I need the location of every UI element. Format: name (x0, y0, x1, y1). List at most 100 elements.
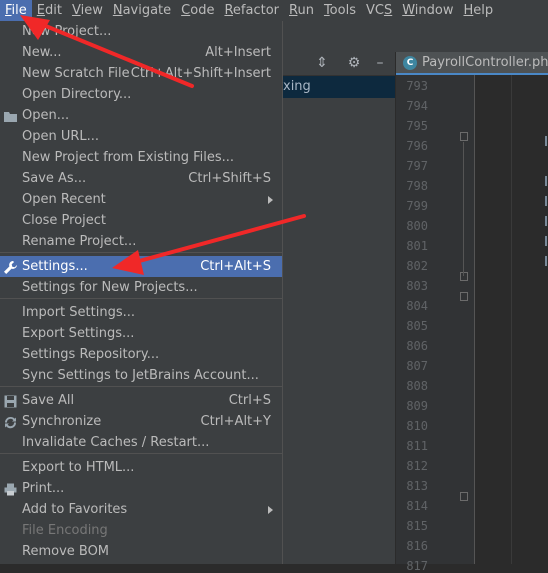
menu-item-label: Remove BOM (22, 544, 110, 559)
menu-edit[interactable]: Edit (32, 0, 67, 21)
fold-marker-icon[interactable] (460, 132, 468, 141)
menu-file[interactable]: File (0, 0, 32, 21)
menu-item-shortcut: Ctrl+Alt+S (200, 259, 271, 274)
menu-item-label: Export Settings... (22, 326, 135, 341)
menu-item-new-project-from-existing-files[interactable]: New Project from Existing Files... (0, 147, 282, 168)
menu-window[interactable]: Window (397, 0, 458, 21)
line-number: 800 (406, 219, 428, 233)
php-class-icon: C (403, 56, 417, 70)
menu-item-settings-repository[interactable]: Settings Repository... (0, 344, 282, 365)
menu-item-new-scratch-file[interactable]: New Scratch File Ctrl+Alt+Shift+Insert (0, 63, 282, 84)
line-number: 796 (406, 139, 428, 153)
menu-item-label: Save As... (22, 171, 87, 186)
line-number: 797 (406, 159, 428, 173)
menu-item-close-project[interactable]: Close Project (0, 210, 282, 231)
menu-item-remove-bom[interactable]: Remove BOM (0, 541, 282, 562)
line-number: 812 (406, 459, 428, 473)
menu-item-save-all[interactable]: Save All Ctrl+S (0, 390, 282, 411)
fold-marker-icon[interactable] (460, 492, 468, 501)
menu-item-settings[interactable]: Settings... Ctrl+Alt+S (0, 256, 282, 277)
menu-separator (0, 252, 282, 253)
menu-item-synchronize[interactable]: Synchronize Ctrl+Alt+Y (0, 411, 282, 432)
line-number: 807 (406, 359, 428, 373)
menu-item-shortcut: Ctrl+Alt+Shift+Insert (130, 66, 271, 81)
line-number: 801 (406, 239, 428, 253)
sync-icon (4, 415, 17, 429)
editor-gutter: 793 794 795 796 797 798 799 800 801 802 803 804 805 8… (396, 75, 475, 573)
menu-item-open[interactable]: Open... (0, 105, 282, 126)
menu-item-export-to-html[interactable]: Export to HTML... (0, 457, 282, 478)
menu-item-open-url[interactable]: Open URL... (0, 126, 282, 147)
line-number: 816 (406, 539, 428, 553)
save-icon (4, 394, 17, 408)
menu-item-new[interactable]: New... Alt+Insert (0, 42, 282, 63)
folder-icon (4, 109, 17, 122)
code-fragment (545, 176, 547, 186)
menu-separator (0, 453, 282, 454)
menu-item-label: Add to Favorites (22, 502, 128, 517)
line-number: 810 (406, 419, 428, 433)
menu-item-export-settings[interactable]: Export Settings... (0, 323, 282, 344)
menu-item-label: Import Settings... (22, 305, 135, 320)
minimize-icon[interactable]: – (371, 52, 389, 75)
project-tree-selected-node[interactable]: xing (283, 76, 395, 98)
menu-item-file-encoding: File Encoding (0, 520, 282, 541)
line-number: 805 (406, 319, 428, 333)
menu-item-label: New Scratch File (22, 66, 130, 81)
gear-icon[interactable]: ⚙ (345, 52, 363, 75)
editor-tab[interactable]: C PayrollController.php (396, 52, 548, 75)
line-number: 803 (406, 279, 428, 293)
menu-item-sync-settings-to-jetbrains-account[interactable]: Sync Settings to JetBrains Account... (0, 365, 282, 386)
menu-item-add-to-favorites[interactable]: Add to Favorites (0, 499, 282, 520)
line-number: 811 (406, 439, 428, 453)
menu-help[interactable]: Help (459, 0, 499, 21)
menu-refactor[interactable]: Refactor (219, 0, 284, 21)
menu-item-new-project[interactable]: New Project... (0, 21, 282, 42)
menu-code[interactable]: Code (176, 0, 219, 21)
line-number: 809 (406, 399, 428, 413)
fold-marker-icon[interactable] (460, 272, 468, 281)
line-number: 806 (406, 339, 428, 353)
menu-item-import-settings[interactable]: Import Settings... (0, 302, 282, 323)
menu-item-label: Settings for New Projects... (22, 280, 198, 295)
collapse-icon[interactable]: ⇕ (313, 52, 331, 75)
menu-item-save-as[interactable]: Save As... Ctrl+Shift+S (0, 168, 282, 189)
menu-item-label: Settings... (22, 259, 88, 274)
menu-item-open-directory[interactable]: Open Directory... (0, 84, 282, 105)
code-fragment (545, 136, 547, 146)
menu-item-print[interactable]: Print... (0, 478, 282, 499)
menu-item-invalidate-caches-restart[interactable]: Invalidate Caches / Restart... (0, 432, 282, 453)
menu-item-label: Rename Project... (22, 234, 137, 249)
line-number: 795 (406, 119, 428, 133)
menu-navigate[interactable]: Navigate (108, 0, 176, 21)
menu-item-shortcut: Ctrl+S (228, 393, 271, 408)
line-number: 808 (406, 379, 428, 393)
menu-item-label: Sync Settings to JetBrains Account... (22, 368, 259, 383)
menu-vcs[interactable]: VCS (361, 0, 397, 21)
line-number: 799 (406, 199, 428, 213)
menu-item-label: Close Project (22, 213, 107, 228)
menu-item-open-recent[interactable]: Open Recent (0, 189, 282, 210)
menu-item-shortcut: Ctrl+Shift+S (188, 171, 271, 186)
menu-item-label: Open... (22, 108, 70, 123)
menu-item-label: Save All (22, 393, 75, 408)
fold-range-line (463, 142, 464, 276)
menu-bar: File Edit View Navigate Code Refactor Run Tools… (0, 0, 548, 21)
menu-tools[interactable]: Tools (319, 0, 361, 21)
fold-marker-icon[interactable] (460, 292, 468, 301)
menu-run[interactable]: Run (284, 0, 319, 21)
menu-item-label: Open Recent (22, 192, 106, 207)
wrench-icon (4, 260, 17, 274)
menu-separator (0, 298, 282, 299)
menu-item-settings-for-new-projects[interactable]: Settings for New Projects... (0, 277, 282, 298)
code-fragment (545, 236, 547, 246)
menu-item-shortcut: Ctrl+Alt+Y (200, 414, 271, 429)
editor-tab-strip: C PayrollController.php (396, 52, 548, 75)
menu-item-rename-project[interactable]: Rename Project... (0, 231, 282, 252)
menu-view[interactable]: View (67, 0, 108, 21)
project-tree (283, 98, 395, 564)
code-fragment (545, 216, 547, 226)
line-number: 815 (406, 519, 428, 533)
menu-item-label: File Encoding (22, 523, 108, 538)
file-menu-dropdown: New Project... New... Alt+Insert New Scratc… (0, 21, 283, 564)
